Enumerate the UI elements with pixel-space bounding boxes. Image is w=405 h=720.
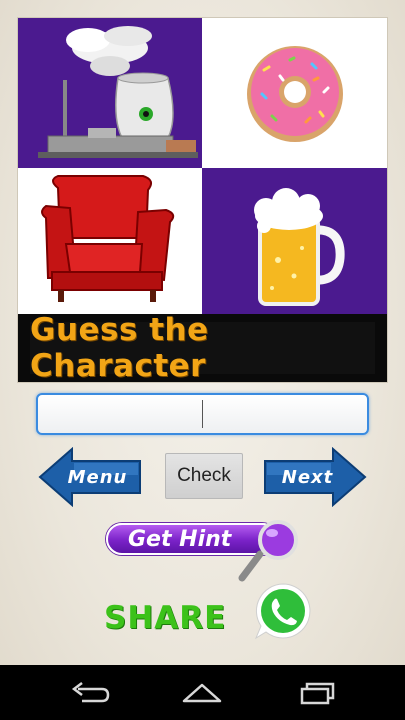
armchair-icon: [41, 175, 175, 302]
next-label: Next: [281, 466, 334, 488]
donut-icon: [247, 46, 343, 142]
nuclear-plant-icon: [38, 26, 198, 158]
recent-apps-icon: [300, 682, 335, 705]
text-cursor: [202, 400, 203, 428]
title-banner: Guess the Character: [18, 312, 387, 384]
whatsapp-icon: [254, 583, 311, 640]
back-icon: [71, 682, 110, 703]
next-button[interactable]: Next: [262, 447, 367, 507]
home-icon: [182, 683, 222, 703]
recent-apps-button[interactable]: [294, 679, 338, 707]
hint-label: Get Hint: [128, 526, 232, 552]
magnifier-icon: [238, 520, 298, 582]
home-button[interactable]: [180, 679, 224, 707]
share-label: SHARE: [104, 600, 227, 636]
puzzle-tile-armchair: [18, 168, 202, 314]
banner-title: Guess the Character: [30, 312, 209, 384]
menu-button[interactable]: Menu: [38, 447, 143, 507]
puzzle-tile-nuclear-plant: [18, 18, 202, 168]
share-button[interactable]: SHARE: [104, 580, 316, 642]
system-nav-bar: [0, 665, 405, 720]
beer-mug-icon: [254, 188, 345, 306]
get-hint-button[interactable]: Get Hint: [106, 520, 306, 582]
puzzle-tile-beer: [202, 168, 387, 314]
back-button[interactable]: [68, 679, 112, 707]
menu-label: Menu: [67, 466, 128, 488]
puzzle-board: Guess the Character: [18, 18, 387, 384]
check-button[interactable]: Check: [165, 453, 243, 499]
puzzle-tile-donut: [202, 18, 387, 168]
